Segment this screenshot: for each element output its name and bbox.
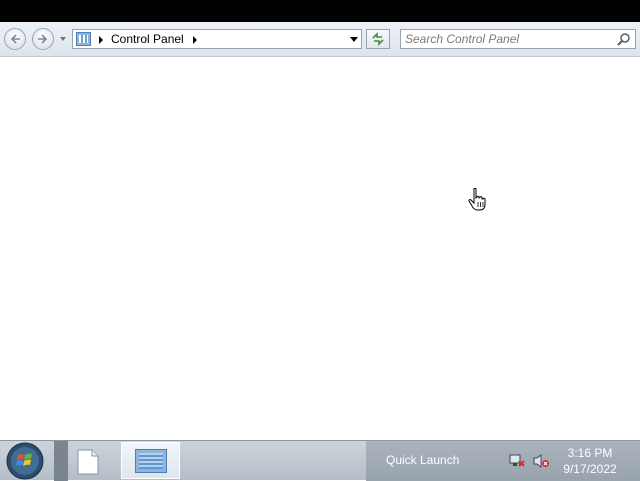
- search-input[interactable]: [405, 31, 613, 47]
- address-bar[interactable]: Control Panel: [72, 29, 362, 49]
- search-icon[interactable]: [617, 32, 631, 46]
- forward-button[interactable]: [32, 28, 54, 50]
- window-title-bar[interactable]: [0, 0, 640, 22]
- clock-time[interactable]: 3:16 PM: [562, 446, 618, 460]
- breadcrumb-control-panel[interactable]: Control Panel: [111, 32, 184, 46]
- recent-pages-button[interactable]: [60, 36, 66, 42]
- content-area: [0, 57, 640, 439]
- windows-start-orb-icon[interactable]: [6, 442, 44, 480]
- taskbar-divider: [54, 441, 68, 481]
- control-panel-icon: [135, 449, 167, 473]
- taskbar-item-control-panel[interactable]: [121, 442, 180, 479]
- hand-pointer-icon: [468, 188, 486, 211]
- chevron-down-icon[interactable]: [350, 37, 358, 42]
- chevron-down-icon: [60, 37, 66, 41]
- forward-arrow-icon: [38, 34, 48, 44]
- refresh-icon: [372, 32, 384, 46]
- network-disconnected-icon[interactable]: [508, 453, 526, 469]
- breadcrumb-separator-icon[interactable]: [193, 36, 197, 44]
- taskbar: Quick Launch 3:16 PM 9/17/2022: [0, 440, 640, 481]
- navigation-bar: Control Panel: [0, 22, 640, 57]
- breadcrumb-separator-icon[interactable]: [99, 36, 103, 44]
- search-box[interactable]: [400, 29, 636, 49]
- quick-launch-toolbar[interactable]: Quick Launch: [386, 453, 459, 467]
- taskbar-item-document[interactable]: [76, 449, 100, 475]
- back-button[interactable]: [4, 28, 26, 50]
- control-panel-icon[interactable]: [76, 32, 91, 46]
- clock-date[interactable]: 9/17/2022: [558, 462, 622, 476]
- notification-area: Quick Launch 3:16 PM 9/17/2022: [366, 441, 640, 481]
- volume-muted-icon[interactable]: [532, 453, 550, 469]
- refresh-button[interactable]: [366, 29, 390, 49]
- back-arrow-icon: [10, 34, 20, 44]
